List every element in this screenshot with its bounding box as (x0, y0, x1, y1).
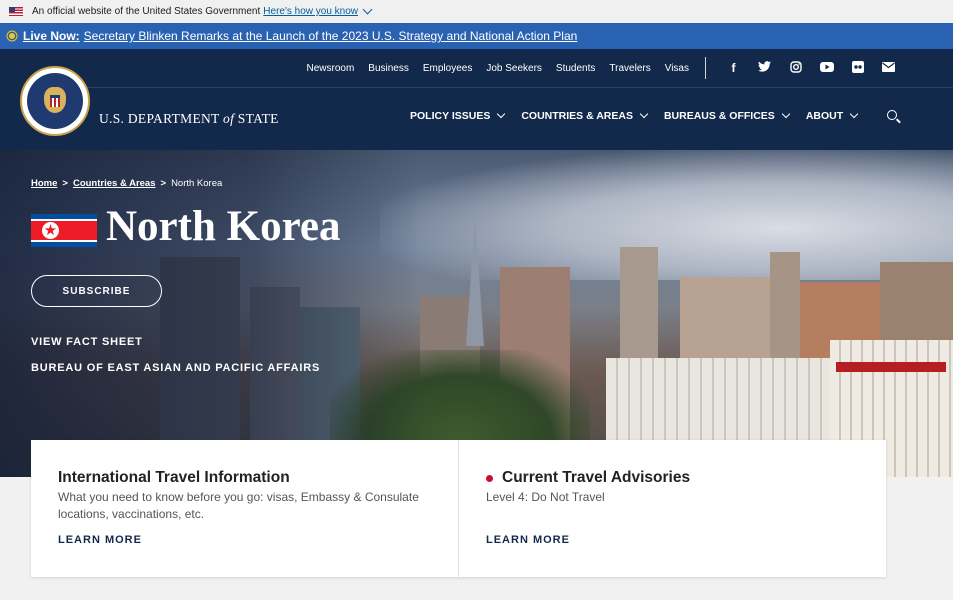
live-indicator-icon (9, 33, 15, 39)
breadcrumb-current: North Korea (171, 178, 223, 189)
alert-link[interactable]: Secretary Blinken Remarks at the Launch … (84, 29, 578, 43)
breadcrumb: Home > Countries & Areas > North Korea (31, 178, 223, 189)
chevron-down-icon (497, 109, 506, 119)
alert-live-label[interactable]: Live Now: (23, 29, 80, 43)
travel-info-card: International Travel Information What yo… (31, 440, 458, 577)
chevron-down-icon (639, 109, 649, 119)
nav-policy-issues[interactable]: POLICY ISSUES (410, 109, 506, 122)
gov-banner-text: An official website of the United States… (32, 6, 261, 17)
chevron-down-icon (849, 109, 859, 119)
utility-divider (705, 57, 706, 79)
ryugyong-hotel (466, 216, 484, 346)
email-icon[interactable] (873, 61, 904, 75)
heres-how-you-know-link[interactable]: Here's how you know (263, 6, 358, 17)
subscribe-button[interactable]: SUBSCRIBE (31, 275, 162, 307)
social-links: f (718, 60, 953, 76)
bureau-link[interactable]: BUREAU OF EAST ASIAN AND PACIFIC AFFAIRS (31, 362, 320, 374)
utility-link-business[interactable]: Business (368, 63, 409, 74)
search-icon[interactable] (887, 110, 897, 120)
page-title: North Korea (106, 203, 341, 250)
instagram-icon[interactable] (780, 60, 811, 76)
utility-link-visas[interactable]: Visas (665, 63, 689, 74)
department-seal-logo[interactable] (20, 66, 90, 136)
travel-advisory-card: Current Travel Advisories Level 4: Do No… (458, 440, 885, 577)
youtube-icon[interactable] (811, 61, 842, 75)
nav-about[interactable]: ABOUT (806, 109, 859, 122)
hero-banner: Home > Countries & Areas > North Korea ★… (0, 150, 953, 477)
breadcrumb-home[interactable]: Home (31, 178, 57, 189)
nav-countries-areas[interactable]: COUNTRIES & AREAS (521, 109, 649, 122)
twitter-icon[interactable] (749, 61, 780, 75)
chevron-down-icon (781, 109, 791, 119)
utility-link-employees[interactable]: Employees (423, 63, 472, 74)
advisory-level-icon (486, 474, 493, 482)
utility-nav: Newsroom Business Employees Job Seekers … (299, 49, 953, 87)
learn-more-link[interactable]: LEARN MORE (486, 534, 570, 546)
utility-link-travelers[interactable]: Travelers (609, 63, 650, 74)
breadcrumb-countries-areas[interactable]: Countries & Areas (73, 178, 156, 189)
card-title[interactable]: International Travel Information (58, 469, 290, 487)
nav-bureaus-offices[interactable]: BUREAUS & OFFICES (664, 109, 791, 122)
north-korea-flag-icon: ★ (31, 214, 97, 247)
chevron-down-icon[interactable] (362, 4, 373, 15)
view-fact-sheet-link[interactable]: VIEW FACT SHEET (31, 336, 143, 348)
alert-bar: Live Now: Secretary Blinken Remarks at t… (0, 23, 953, 49)
utility-link-newsroom[interactable]: Newsroom (306, 63, 354, 74)
utility-link-job-seekers[interactable]: Job Seekers (486, 63, 542, 74)
header-divider (86, 87, 953, 88)
main-nav: POLICY ISSUES COUNTRIES & AREAS BUREAUS … (410, 109, 874, 122)
learn-more-link[interactable]: LEARN MORE (58, 534, 142, 546)
site-header: Newsroom Business Employees Job Seekers … (0, 49, 953, 150)
card-title[interactable]: Current Travel Advisories (486, 469, 690, 487)
card-description: What you need to know before you go: vis… (58, 490, 419, 521)
department-wordmark[interactable]: U.S. DEPARTMENT of STATE (99, 111, 279, 127)
us-flag-icon (9, 7, 23, 16)
utility-link-students[interactable]: Students (556, 63, 595, 74)
gov-banner: An official website of the United States… (0, 0, 953, 23)
info-cards: International Travel Information What yo… (31, 440, 886, 577)
advisory-level-text: Level 4: Do Not Travel (486, 490, 605, 504)
flickr-icon[interactable] (842, 60, 873, 76)
facebook-icon[interactable]: f (718, 61, 749, 75)
